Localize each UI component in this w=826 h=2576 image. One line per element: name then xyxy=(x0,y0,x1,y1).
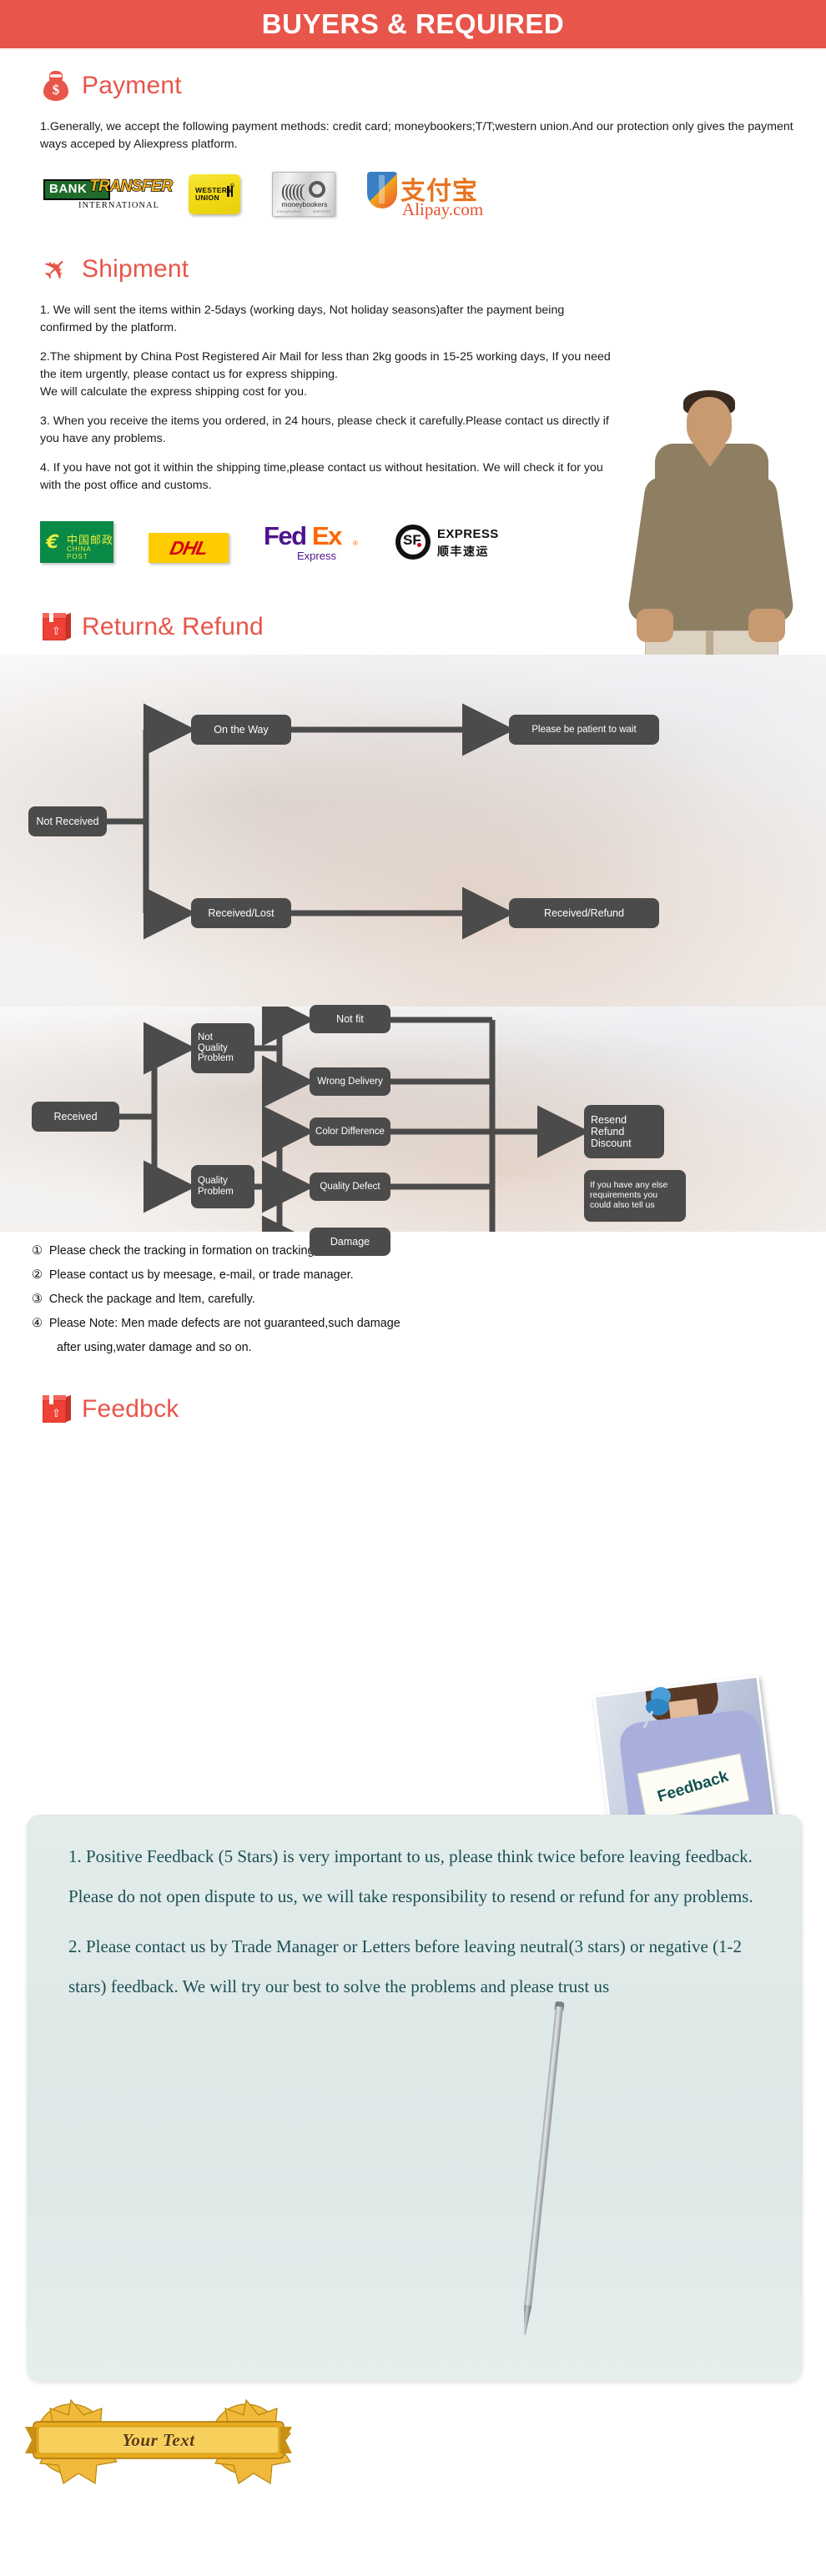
returns-notes-list: ① Please check the tracking in formation… xyxy=(0,1240,826,1358)
sf-express-logo: SF EXPRESS 顺丰速运 xyxy=(395,523,499,563)
flow-box-received: Received xyxy=(32,1102,119,1132)
shipment-section-heading: ✈ Shipment xyxy=(0,248,826,290)
flow-box-wrong-delivery: Wrong Delivery xyxy=(310,1067,390,1096)
registered-mark-icon: ® xyxy=(229,183,234,189)
note-text-2: Please contact us by meesage, e-mail, or… xyxy=(48,1268,354,1282)
flow-box-damage: Damage xyxy=(310,1228,390,1256)
payment-paragraph: 1.Generally, we accept the following pay… xyxy=(40,120,793,151)
alipay-shield-icon xyxy=(367,172,397,208)
fedex-registered-icon: ® xyxy=(353,540,358,547)
western-union-logo: WESTERN UNION ® xyxy=(189,174,240,214)
returns-flowchart: Not Received On the Way Please be patien… xyxy=(0,655,826,1013)
package-box-icon: ⇧ xyxy=(40,1393,72,1425)
fedex-sub-label: Express xyxy=(297,550,336,562)
payment-body: 1.Generally, we accept the following pay… xyxy=(0,118,826,153)
sf-english-label: EXPRESS xyxy=(437,527,499,541)
feedback-panel: 1. Positive Feedback (5 Stars) is very i… xyxy=(27,1815,803,2382)
flow-box-resend-refund-discount: Resend Refund Discount xyxy=(584,1105,664,1158)
moneybookers-fine-right: 3456 8793 xyxy=(312,209,330,213)
page-title: BUYERS & REQUIRED xyxy=(261,8,565,39)
flow-box-quality-defect: Quality Defect xyxy=(310,1173,390,1201)
feedback-section-heading: ⇧ Feedbck xyxy=(0,1393,826,1425)
bank-transfer-logo: BANK TRANSFER INTERNATIONAL xyxy=(43,174,174,214)
payment-logos-row: BANK TRANSFER INTERNATIONAL WESTERN UNIO… xyxy=(0,172,826,219)
moneybookers-label: moneybookers xyxy=(281,200,328,208)
flow-box-not-fit: Not fit xyxy=(310,1005,390,1033)
flow-box-color-difference: Color Difference xyxy=(310,1117,390,1146)
feedback-paragraph-1: 1. Positive Feedback (5 Stars) is very i… xyxy=(68,1846,753,1906)
returns-flowchart-lower: Received Not Quality Problem Quality Pro… xyxy=(0,1005,826,1256)
list-item: ③ Check the package and ltem, carefully. xyxy=(32,1288,801,1310)
fedex-part1: Fed xyxy=(264,521,307,550)
flow-box-be-patient: Please be patient to wait xyxy=(509,715,659,745)
gold-banner-label: Your Text xyxy=(122,2430,195,2450)
alipay-english-label: Alipay.com xyxy=(402,199,484,219)
flow-box-not-received: Not Received xyxy=(28,806,107,836)
gold-starburst-banner: Your Text xyxy=(25,2393,292,2485)
flow-box-received-lost: Received/Lost xyxy=(191,898,291,928)
payment-section-heading: $ Payment xyxy=(0,70,826,102)
note-marker-2: ② xyxy=(32,1268,43,1282)
sf-dot-icon xyxy=(417,543,421,547)
moneybookers-fine-left: moneybookers xyxy=(277,209,302,213)
note-text-3: Check the package and ltem, carefully. xyxy=(48,1293,255,1306)
flow-box-not-quality-problem: Not Quality Problem xyxy=(191,1023,254,1073)
alipay-logo: 支付宝 Alipay.com xyxy=(367,172,509,219)
dhl-label: DHL xyxy=(168,536,210,559)
payment-heading-label: Payment xyxy=(82,72,182,99)
western-union-line2: UNION xyxy=(195,193,219,202)
flowchart-connectors xyxy=(107,703,515,940)
moneybookers-logo: (((((( moneybookers moneybookers 3456 87… xyxy=(272,172,335,217)
shipment-paragraph-4: 4. If you have not got it within the shi… xyxy=(40,461,603,492)
shipment-heading-label: Shipment xyxy=(82,255,189,283)
push-pin-icon xyxy=(642,1687,671,1729)
shipment-paragraph-2: 2.The shipment by China Post Registered … xyxy=(40,350,611,399)
dhl-logo: DHL xyxy=(149,533,229,563)
shipment-paragraph-1: 1. We will sent the items within 2-5days… xyxy=(40,304,565,334)
package-box-icon: ⇧ xyxy=(40,611,72,643)
note-marker-4: ④ xyxy=(32,1317,43,1330)
list-item: ② Please contact us by meesage, e-mail, … xyxy=(32,1264,801,1286)
flowchart-connectors-lower xyxy=(119,1007,590,1232)
flow-callout-extra-requirements: If you have any else requirements you co… xyxy=(584,1170,686,1222)
note-text-4-continuation: after using,water damage and so on. xyxy=(57,1341,252,1354)
china-post-logo: € 中国邮政 CHINA POST xyxy=(40,521,113,563)
flow-box-received-refund: Received/Refund xyxy=(509,898,659,928)
page-header-banner: BUYERS & REQUIRED xyxy=(0,0,826,48)
money-bag-icon: $ xyxy=(40,70,72,102)
feedback-sign-label: Feedback xyxy=(655,1767,731,1806)
shipment-paragraph-3: 3. When you receive the items you ordere… xyxy=(40,414,609,445)
fedex-part2: Ex xyxy=(312,521,342,550)
list-item: ① Please check the tracking in formation… xyxy=(32,1240,801,1262)
note-marker-3: ③ xyxy=(32,1293,43,1306)
airplane-icon: ✈ xyxy=(34,248,77,290)
feedback-text-block: 1. Positive Feedback (5 Stars) is very i… xyxy=(68,1836,769,2016)
china-post-english-label: CHINA POST xyxy=(67,545,92,560)
feedback-paragraph-2: 2. Please contact us by Trade Manager or… xyxy=(68,1936,743,1996)
bank-transfer-primary: BANK xyxy=(49,182,88,196)
fedex-logo: Fed Ex ® Express xyxy=(264,521,360,563)
note-marker-1: ① xyxy=(32,1244,43,1258)
bank-transfer-tertiary: INTERNATIONAL xyxy=(78,201,159,210)
china-post-mark-icon: € xyxy=(43,532,61,553)
sf-chinese-label: 顺丰速运 xyxy=(437,545,489,559)
note-text-4: Please Note: Men made defects are not gu… xyxy=(48,1317,400,1330)
list-item: ④ Please Note: Men made defects are not … xyxy=(32,1313,801,1334)
moneybookers-arcs-icon: (((((( xyxy=(281,180,305,201)
returns-heading-label: Return& Refund xyxy=(82,613,264,640)
bank-transfer-secondary: TRANSFER xyxy=(88,177,173,195)
feedback-heading-label: Feedbck xyxy=(82,1395,179,1423)
moneybookers-ring-icon xyxy=(309,181,325,198)
flow-box-quality-problem: Quality Problem xyxy=(191,1165,254,1208)
flow-box-on-the-way: On the Way xyxy=(191,715,291,745)
